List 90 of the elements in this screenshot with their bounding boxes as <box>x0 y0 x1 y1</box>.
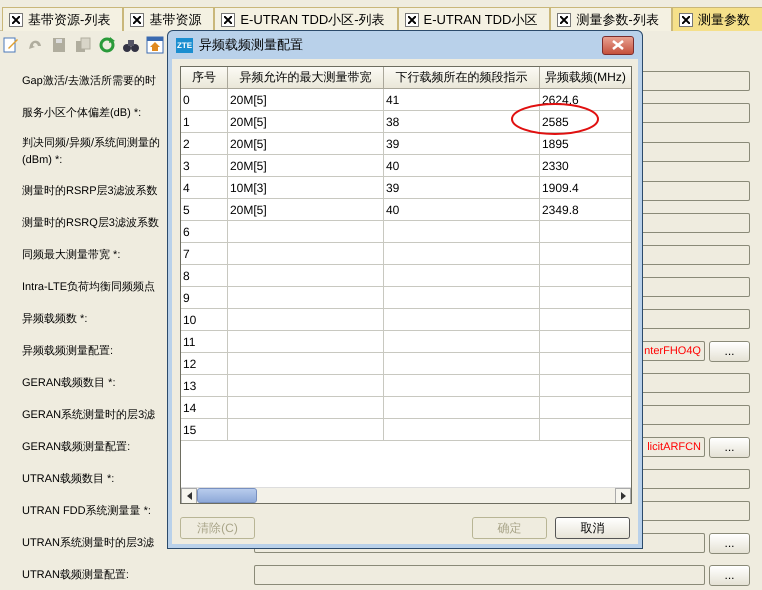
tab-label: E-UTRAN TDD小区 <box>424 10 538 28</box>
table-cell: 41 <box>384 89 540 111</box>
table-cell: 2349.8 <box>540 199 631 221</box>
table-cell: 20M[5] <box>228 155 384 177</box>
table-cell: 10M[3] <box>228 177 384 199</box>
field-label: UTRAN载频测量配置: <box>22 568 129 582</box>
table-cell: 11 <box>181 331 228 353</box>
field-label: 同频最大测量带宽 *: <box>22 248 120 262</box>
document-tab[interactable]: 测量参数-列表 <box>550 7 672 31</box>
table-cell: 7 <box>181 243 228 265</box>
table-cell: 2 <box>181 133 228 155</box>
table-cell: 3 <box>181 155 228 177</box>
close-icon[interactable] <box>404 12 419 26</box>
window-title: 异频载频测量配置 <box>199 36 304 54</box>
refresh-icon[interactable] <box>98 36 116 54</box>
field-label: GERAN载频测量配置: <box>22 440 130 454</box>
browse-button[interactable]: ... <box>709 340 750 362</box>
close-icon[interactable] <box>221 12 236 26</box>
field-value: nterFHO4Q <box>644 345 701 357</box>
table-cell: 5 <box>181 199 228 221</box>
tab-label: 测量参数 <box>698 10 750 28</box>
table-cell: 39 <box>384 177 540 199</box>
field-label: GERAN系统测量时的层3滤 <box>22 408 156 422</box>
tab-label: 基带资源-列表 <box>28 10 110 28</box>
table-cell: 40 <box>384 199 540 221</box>
table-cell: 2585 <box>540 111 631 133</box>
horizontal-scrollbar[interactable] <box>181 487 631 503</box>
field-label: 服务小区个体偏差(dB) *: <box>22 106 142 120</box>
close-icon[interactable] <box>557 12 572 26</box>
tab-label: 基带资源 <box>149 10 202 28</box>
table-cell: 4 <box>181 177 228 199</box>
column-header[interactable]: 异频允许的最大测量带宽 <box>228 67 384 89</box>
field-label: (dBm) *: <box>22 153 62 168</box>
tab-label: 测量参数-列表 <box>576 10 659 28</box>
table-cell: 6 <box>181 221 228 243</box>
close-icon[interactable] <box>130 12 144 26</box>
table-cell: 9 <box>181 287 228 309</box>
scroll-thumb[interactable] <box>197 488 257 503</box>
field-label: GERAN载频数目 *: <box>22 376 116 390</box>
document-tab[interactable]: E-UTRAN TDD小区-列表 <box>214 7 398 31</box>
app-logo: ZTE <box>176 38 194 52</box>
table-cell: 1895 <box>540 133 631 155</box>
home-icon[interactable] <box>146 36 164 54</box>
field-label: Intra-LTE负荷均衡同频频点 <box>22 280 156 294</box>
table-cell: 20M[5] <box>228 199 384 221</box>
browse-button[interactable]: ... <box>709 564 750 586</box>
close-icon[interactable] <box>678 12 693 26</box>
document-tab[interactable]: E-UTRAN TDD小区 <box>398 7 550 31</box>
table-cell: 8 <box>181 265 228 287</box>
input-field[interactable] <box>254 565 705 585</box>
table-cell: 15 <box>181 419 228 441</box>
table-cell: 10 <box>181 309 228 331</box>
table-cell: 20M[5] <box>228 111 384 133</box>
field-label: Gap激活/去激活所需要的时 <box>22 74 156 88</box>
browse-button[interactable]: ... <box>709 436 750 458</box>
scroll-left-icon[interactable] <box>181 488 197 503</box>
table-cell: 1 <box>181 111 228 133</box>
table-cell: 20M[5] <box>228 133 384 155</box>
field-label: 异频载频测量配置: <box>22 344 114 358</box>
dialog-button[interactable]: 取消 <box>555 517 630 539</box>
table-cell: 12 <box>181 353 228 375</box>
field-label: 测量时的RSRP层3滤波系数 <box>22 184 158 198</box>
field-label: UTRAN载频数目 *: <box>22 472 114 486</box>
field-label: 判决同频/异频/系统间测量的 <box>22 136 160 151</box>
tab-label: E-UTRAN TDD小区-列表 <box>240 10 385 28</box>
table-cell: 1909.4 <box>540 177 631 199</box>
table-cell: 40 <box>384 155 540 177</box>
table-cell: 39 <box>384 133 540 155</box>
column-header[interactable]: 下行载频所在的频段指示 <box>384 67 540 89</box>
table-cell: 38 <box>384 111 540 133</box>
browse-button[interactable]: ... <box>709 532 750 554</box>
table-cell: 14 <box>181 397 228 419</box>
table-cell: 0 <box>181 89 228 111</box>
field-label: UTRAN FDD系统测量量 *: <box>22 504 151 518</box>
edit-icon[interactable] <box>2 36 20 54</box>
field-label: 测量时的RSRQ层3滤波系数 <box>22 216 159 230</box>
document-tab[interactable]: 基带资源-列表 <box>2 7 124 31</box>
document-tab[interactable]: 基带资源 <box>123 7 214 31</box>
document-tab[interactable]: 测量参数 <box>672 7 762 31</box>
column-header[interactable]: 异频载频(MHz) <box>540 67 631 89</box>
table-cell: 2330 <box>540 155 631 177</box>
scroll-right-icon[interactable] <box>615 488 631 503</box>
column-header[interactable]: 序号 <box>181 67 228 89</box>
close-button[interactable] <box>602 36 634 54</box>
table-cell: 20M[5] <box>228 89 384 111</box>
close-icon[interactable] <box>9 12 23 26</box>
field-label: UTRAN系统测量时的层3滤 <box>22 536 154 550</box>
field-value: licitARFCN <box>647 441 701 453</box>
field-label: 异频载频数 *: <box>22 312 88 326</box>
table-cell: 13 <box>181 375 228 397</box>
